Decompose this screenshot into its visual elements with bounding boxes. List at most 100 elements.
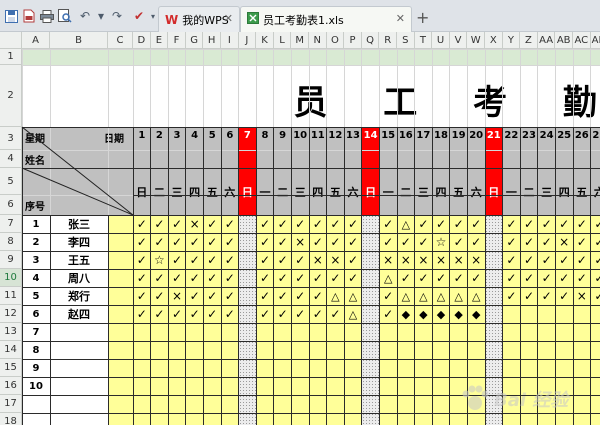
attendance-cell[interactable]: ✓ [256,251,274,269]
column-header-u[interactable]: U [432,32,450,49]
attendance-cell[interactable] [361,323,380,341]
attendance-cell[interactable]: ✓ [397,269,415,287]
attendance-cell[interactable] [432,413,450,425]
attendance-cell[interactable]: ✓ [590,269,600,287]
attendance-cell[interactable]: ✓ [168,215,186,233]
attendance-cell[interactable] [133,341,151,359]
attendance-cell[interactable] [150,377,169,395]
attendance-cell[interactable] [309,377,327,395]
attendance-cell[interactable] [502,323,521,341]
attendance-cell[interactable]: ✓ [502,251,521,269]
attendance-cell[interactable]: ✓ [326,269,345,287]
attendance-cell[interactable]: ✓ [502,233,521,251]
attendance-cell[interactable] [344,395,362,413]
attendance-cell[interactable]: ✓ [221,215,239,233]
name-cell[interactable]: 张三 [50,215,108,233]
attendance-cell[interactable] [397,377,415,395]
attendance-cell[interactable] [590,395,600,413]
attendance-cell[interactable]: ✓ [414,233,433,251]
attendance-cell[interactable] [590,341,600,359]
attendance-cell[interactable] [414,359,433,377]
attendance-cell[interactable]: ✓ [432,215,450,233]
attendance-cell[interactable]: ✓ [221,305,239,323]
row-header-10[interactable]: 10 [0,269,22,287]
attendance-cell[interactable]: ✓ [537,269,556,287]
attendance-cell[interactable]: ✓ [256,305,274,323]
attendance-cell[interactable] [203,413,221,425]
attendance-cell[interactable] [414,377,433,395]
attendance-cell[interactable] [273,377,292,395]
undo-dropdown-icon[interactable]: ▾ [94,9,108,23]
attendance-cell[interactable] [150,323,169,341]
attendance-cell[interactable] [485,377,503,395]
attendance-cell[interactable] [273,413,292,425]
attendance-cell[interactable] [555,323,573,341]
attendance-cell[interactable] [185,341,204,359]
attendance-cell[interactable] [185,413,204,425]
attendance-cell[interactable]: ✓ [467,269,485,287]
attendance-cell[interactable]: ◆ [397,305,415,323]
attendance-cell[interactable]: ✓ [221,287,239,305]
attendance-cell[interactable] [397,341,415,359]
attendance-cell[interactable] [467,395,485,413]
attendance-cell[interactable]: ✓ [273,269,292,287]
attendance-cell[interactable] [344,377,362,395]
attendance-cell[interactable]: ✓ [344,233,362,251]
blank-cell[interactable] [108,215,133,233]
attendance-cell[interactable] [485,287,503,305]
attendance-cell[interactable] [485,395,503,413]
attendance-cell[interactable] [256,323,274,341]
attendance-cell[interactable] [238,215,257,233]
attendance-cell[interactable]: ✓ [502,287,521,305]
attendance-cell[interactable] [203,377,221,395]
attendance-cell[interactable]: ✓ [520,287,538,305]
save-icon[interactable] [4,9,18,23]
attendance-cell[interactable]: × [309,251,327,269]
attendance-cell[interactable]: ✓ [168,305,186,323]
attendance-cell[interactable]: ✓ [168,251,186,269]
attendance-cell[interactable] [397,413,415,425]
attendance-cell[interactable] [379,323,397,341]
attendance-cell[interactable] [485,251,503,269]
attendance-cell[interactable] [573,323,591,341]
column-header-f[interactable]: F [168,32,186,49]
attendance-cell[interactable] [379,359,397,377]
attendance-cell[interactable]: ✓ [379,305,397,323]
attendance-cell[interactable] [361,287,380,305]
attendance-cell[interactable]: ✓ [203,215,221,233]
attendance-cell[interactable]: ✓ [573,269,591,287]
attendance-cell[interactable] [273,323,292,341]
row-header-14[interactable]: 14 [0,341,22,359]
attendance-cell[interactable]: △ [467,287,485,305]
attendance-cell[interactable]: ✓ [502,215,521,233]
attendance-cell[interactable] [520,323,538,341]
attendance-cell[interactable]: ✓ [555,269,573,287]
attendance-cell[interactable] [256,341,274,359]
row-header-6[interactable]: 6 [0,195,22,215]
attendance-cell[interactable] [485,215,503,233]
attendance-cell[interactable]: △ [397,215,415,233]
attendance-cell[interactable]: ◆ [432,305,450,323]
attendance-cell[interactable]: ✓ [291,305,309,323]
column-header-d[interactable]: D [133,32,151,49]
attendance-cell[interactable]: × [379,251,397,269]
row-header-12[interactable]: 12 [0,305,22,323]
attendance-cell[interactable] [238,395,257,413]
attendance-cell[interactable] [520,341,538,359]
attendance-cell[interactable] [520,359,538,377]
attendance-cell[interactable]: ✓ [555,287,573,305]
attendance-cell[interactable]: ✓ [291,269,309,287]
attendance-cell[interactable]: ✓ [397,233,415,251]
row-header-9[interactable]: 9 [0,251,22,269]
attendance-cell[interactable] [485,233,503,251]
attendance-cell[interactable] [309,413,327,425]
attendance-cell[interactable]: ✓ [168,233,186,251]
attendance-cell[interactable]: △ [449,287,468,305]
attendance-cell[interactable] [291,341,309,359]
attendance-cell[interactable] [432,341,450,359]
attendance-cell[interactable]: ✓ [221,251,239,269]
attendance-cell[interactable]: × [291,233,309,251]
row-header-7[interactable]: 7 [0,215,22,233]
attendance-cell[interactable] [397,359,415,377]
row-header-13[interactable]: 13 [0,323,22,341]
